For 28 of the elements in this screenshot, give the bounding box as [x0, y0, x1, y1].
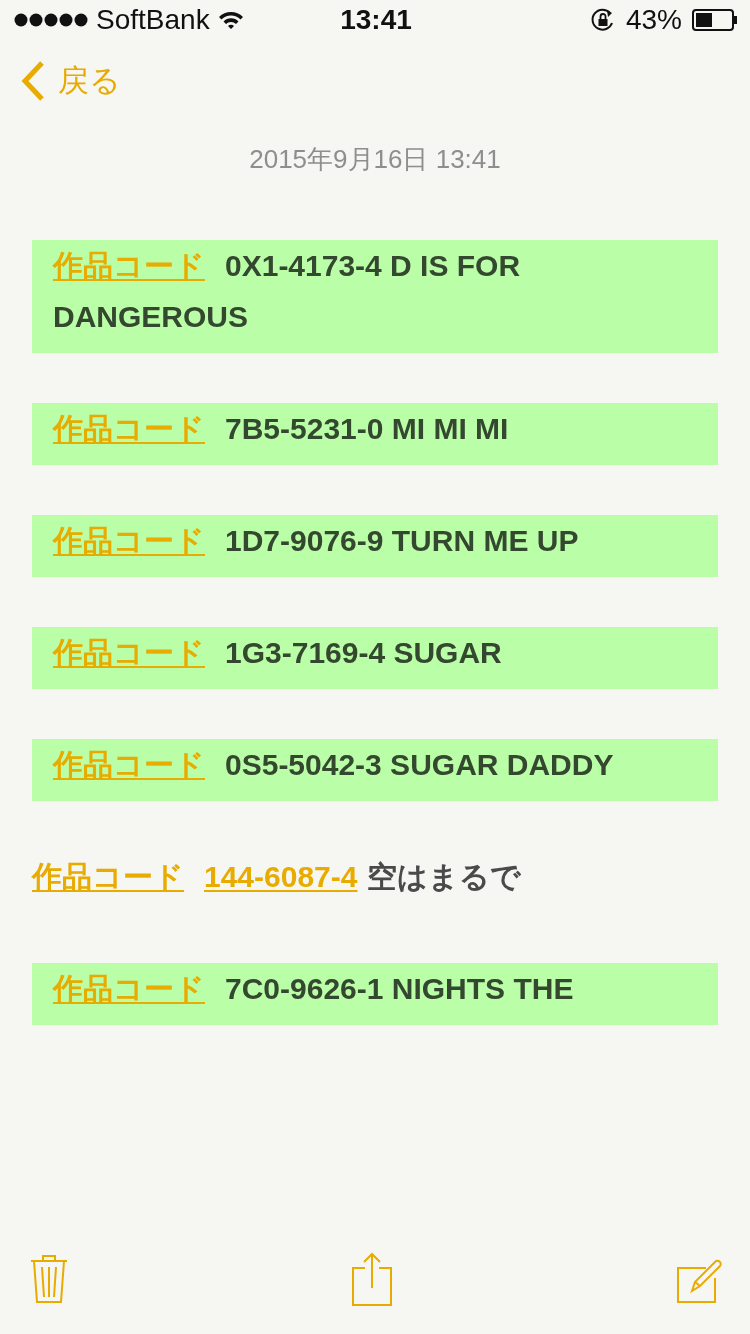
link[interactable]: 作品コード [53, 972, 205, 1005]
work-code-title: 0X1-4173-4 D IS FOR [225, 249, 521, 282]
work-title: 空はまるで [367, 860, 522, 893]
chevron-icon [20, 60, 46, 102]
work-code-title: 7C0-9626-1 NIGHTS THE [225, 972, 574, 1005]
work-title: DANGEROUS [53, 299, 248, 335]
link[interactable]: 作品コード [53, 636, 205, 669]
wifi-icon [217, 10, 244, 30]
link[interactable]: 作品コード [53, 412, 205, 445]
note-date: 2015年9月16日 13:41 [248, 143, 502, 176]
clock-time: 13:41 [340, 4, 412, 36]
back-button[interactable]: 戻る [20, 60, 121, 102]
trash-icon[interactable] [30, 1254, 68, 1304]
link[interactable]: 作品コード [53, 524, 205, 557]
link[interactable]: 作品コード [32, 860, 184, 893]
code-link[interactable]: 144-6087-4 [204, 860, 358, 893]
battery-icon [692, 9, 738, 31]
battery-percent: 43% [625, 4, 682, 36]
work-code-title: 1G3-7169-4 SUGAR [225, 636, 502, 669]
work-code-title: 1D7-9076-9 TURN ME UP [225, 524, 579, 557]
link[interactable]: 作品コード [53, 748, 205, 781]
share-icon[interactable] [352, 1252, 392, 1306]
signal-icon [14, 13, 88, 27]
link[interactable]: 作品コード [53, 249, 205, 282]
work-code-title: 7B5-5231-0 MI MI MI [225, 412, 509, 445]
rotation-lock-icon [589, 7, 616, 33]
work-code-title: 0S5-5042-3 SUGAR DADDY [225, 748, 614, 781]
carrier-name: SoftBank [96, 4, 210, 36]
